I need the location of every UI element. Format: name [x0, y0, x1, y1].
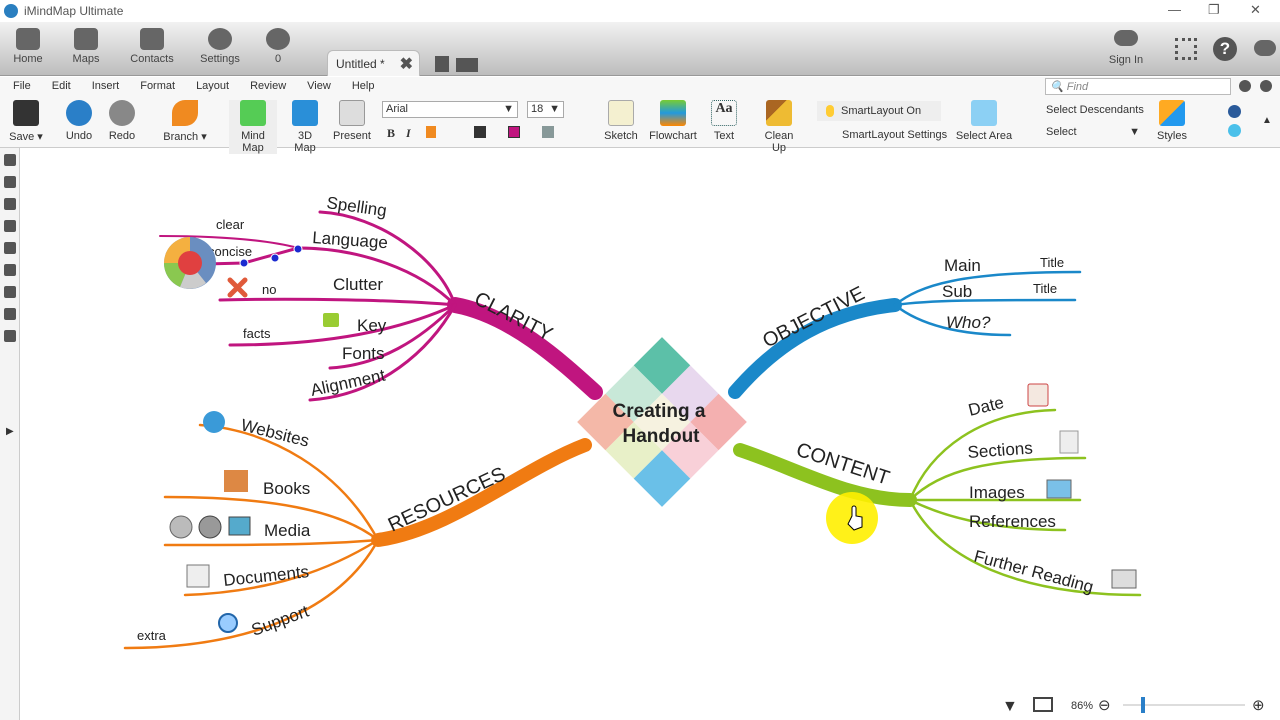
subtopic-title-main[interactable]: Title: [1040, 255, 1064, 270]
subtopic-facts[interactable]: facts: [243, 326, 271, 341]
calendar-icon: [1027, 383, 1049, 407]
cross-icon: [227, 277, 248, 298]
topic-spelling[interactable]: Spelling: [325, 193, 388, 220]
topic-references[interactable]: References: [969, 512, 1056, 531]
topic-who[interactable]: Who?: [946, 313, 991, 332]
central-topic-line1: Creating a: [613, 401, 706, 422]
topic-key[interactable]: Key: [357, 316, 387, 335]
topic-sections[interactable]: Sections: [967, 438, 1033, 462]
notepad-icon: [186, 564, 210, 588]
topic-main[interactable]: Main: [944, 256, 981, 275]
tv-icon: [228, 516, 251, 536]
topic-support[interactable]: Support: [249, 601, 312, 639]
key-icon: [323, 313, 339, 327]
central-topic[interactable]: [577, 337, 747, 507]
subtopic-no[interactable]: no: [262, 282, 276, 297]
topic-media[interactable]: Media: [264, 521, 311, 540]
topic-books[interactable]: Books: [263, 479, 310, 498]
books-icon: [224, 470, 248, 492]
topic-alignment[interactable]: Alignment: [309, 366, 387, 400]
radial-menu-icon[interactable]: [164, 237, 216, 289]
subtopic-title-sub[interactable]: Title: [1033, 281, 1057, 296]
zoom-level: 86%: [1071, 700, 1094, 712]
topic-date[interactable]: Date: [966, 393, 1005, 420]
subtopic-clear[interactable]: clear: [216, 217, 245, 232]
status-bar: ▼ 86% ⊖ ⊕: [980, 690, 1280, 720]
mind-map-canvas[interactable]: Creating a Handout CLARITY OBJECTIVE CON…: [0, 0, 1280, 720]
topic-images[interactable]: Images: [969, 483, 1025, 502]
zoom-slider-thumb[interactable]: [1141, 697, 1146, 713]
zoom-out-icon[interactable]: ⊖: [1098, 696, 1111, 714]
filter-icon[interactable]: ▼: [1002, 698, 1018, 716]
fit-to-screen-icon[interactable]: [1033, 697, 1053, 712]
zoom-in-icon[interactable]: ⊕: [1252, 696, 1265, 714]
cd-icon: [198, 515, 222, 539]
document-icon: [1059, 430, 1079, 454]
globe-icon: [203, 411, 225, 433]
film-reel-icon: [169, 515, 193, 539]
topic-fonts[interactable]: Fonts: [342, 344, 385, 363]
image-icon: [1046, 479, 1072, 499]
topic-sub[interactable]: Sub: [942, 282, 972, 301]
book-icon: [1111, 569, 1137, 589]
resources-branches: [123, 423, 592, 650]
magnifier-icon: [218, 613, 238, 633]
central-topic-line2: Handout: [622, 426, 700, 447]
subtopic-extra[interactable]: extra: [137, 628, 167, 643]
topic-clutter[interactable]: Clutter: [333, 275, 383, 294]
topic-further-reading[interactable]: Further Reading: [972, 547, 1096, 597]
